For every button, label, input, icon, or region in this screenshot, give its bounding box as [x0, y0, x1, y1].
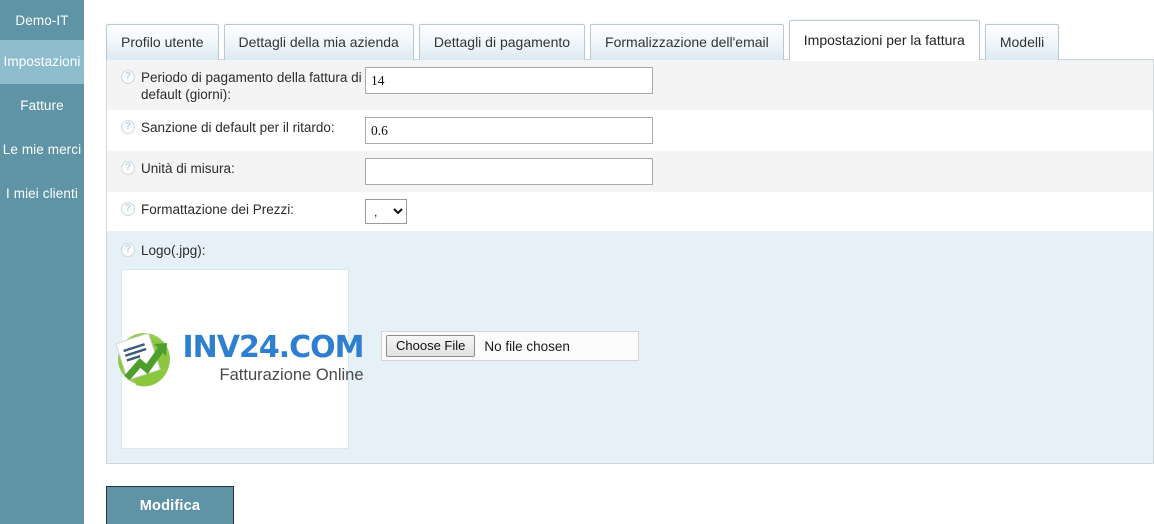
form-actions: Modifica [106, 464, 1154, 524]
payment-period-input[interactable] [365, 67, 653, 94]
help-icon[interactable]: ? [121, 202, 135, 216]
help-icon[interactable]: ? [121, 161, 135, 175]
logo-file-input[interactable]: Choose File No file chosen [381, 331, 639, 361]
choose-file-button[interactable]: Choose File [386, 335, 476, 357]
logo-body: INV24.COM Fatturazione Online Choose Fil… [107, 259, 1153, 463]
field-wrapper [365, 158, 1153, 185]
label-price-format: ? Formattazione dei Prezzi: [107, 199, 365, 218]
tab-dettagli-della-mia-azienda[interactable]: Dettagli della mia azienda [223, 24, 414, 60]
logo-preview: INV24.COM Fatturazione Online [114, 269, 365, 449]
field-wrapper [365, 117, 1153, 144]
label-text: Periodo di pagamento della fattura di de… [141, 70, 362, 102]
label-unit-of-measure: ? Unità di misura: [107, 158, 365, 177]
logo-artwork: INV24.COM Fatturazione Online [107, 322, 365, 396]
unit-of-measure-input[interactable] [365, 158, 653, 185]
form-row-payment-period: ? Periodo di pagamento della fattura di … [107, 60, 1153, 110]
invoice-settings-panel: ? Periodo di pagamento della fattura di … [106, 60, 1154, 464]
tab-impostazioni-per-la-fattura[interactable]: Impostazioni per la fattura [788, 20, 980, 61]
form-row-unit-of-measure: ? Unità di misura: [107, 151, 1153, 192]
label-logo: ? Logo(.jpg): [107, 240, 1153, 259]
tab-dettagli-di-pagamento[interactable]: Dettagli di pagamento [418, 24, 586, 60]
sidebar-item-impostazioni[interactable]: Impostazioni [0, 40, 84, 84]
sidebar-item-fatture[interactable]: Fatture [0, 84, 84, 128]
logo-subtitle: Fatturazione Online [219, 366, 364, 384]
late-penalty-input[interactable] [365, 117, 653, 144]
help-icon[interactable]: ? [121, 243, 135, 257]
main-content: Profilo utente Dettagli della mia aziend… [84, 0, 1154, 524]
form-row-logo: ? Logo(.jpg): INV24.COM Fatturazione Onl… [107, 231, 1153, 463]
field-wrapper: ,. [365, 199, 1153, 224]
file-status-text: No file chosen [484, 338, 570, 354]
tab-modelli[interactable]: Modelli [984, 24, 1060, 60]
price-format-select[interactable]: ,. [365, 199, 407, 224]
sidebar-item-demo-it[interactable]: Demo-IT [0, 2, 84, 40]
field-wrapper [365, 67, 1153, 94]
form-row-late-penalty: ? Sanzione di default per il ritardo: [107, 110, 1153, 151]
label-payment-period: ? Periodo di pagamento della fattura di … [107, 67, 365, 103]
tab-bar: Profilo utente Dettagli della mia aziend… [106, 18, 1154, 61]
logo-mark-icon [107, 322, 181, 396]
sidebar: Demo-IT Impostazioni Fatture Le mie merc… [0, 0, 84, 524]
page-root: Demo-IT Impostazioni Fatture Le mie merc… [0, 0, 1154, 524]
label-late-penalty: ? Sanzione di default per il ritardo: [107, 117, 365, 136]
logo-wordmark: INV24.COM Fatturazione Online [182, 330, 365, 385]
label-text: Logo(.jpg): [141, 243, 206, 258]
label-text: Unità di misura: [141, 161, 235, 176]
logo-title: INV24.COM [182, 330, 365, 365]
tab-formalizzazione-dell-email[interactable]: Formalizzazione dell'email [590, 24, 784, 60]
sidebar-item-le-mie-merci[interactable]: Le mie merci [0, 128, 84, 172]
tab-profilo-utente[interactable]: Profilo utente [106, 24, 219, 60]
form-row-price-format: ? Formattazione dei Prezzi: ,. [107, 192, 1153, 231]
sidebar-item-i-miei-clienti[interactable]: I miei clienti [0, 172, 84, 216]
modifica-button[interactable]: Modifica [106, 486, 234, 524]
label-text: Formattazione dei Prezzi: [141, 202, 295, 217]
label-text: Sanzione di default per il ritardo: [141, 120, 335, 135]
help-icon[interactable]: ? [121, 120, 135, 134]
help-icon[interactable]: ? [121, 70, 135, 84]
